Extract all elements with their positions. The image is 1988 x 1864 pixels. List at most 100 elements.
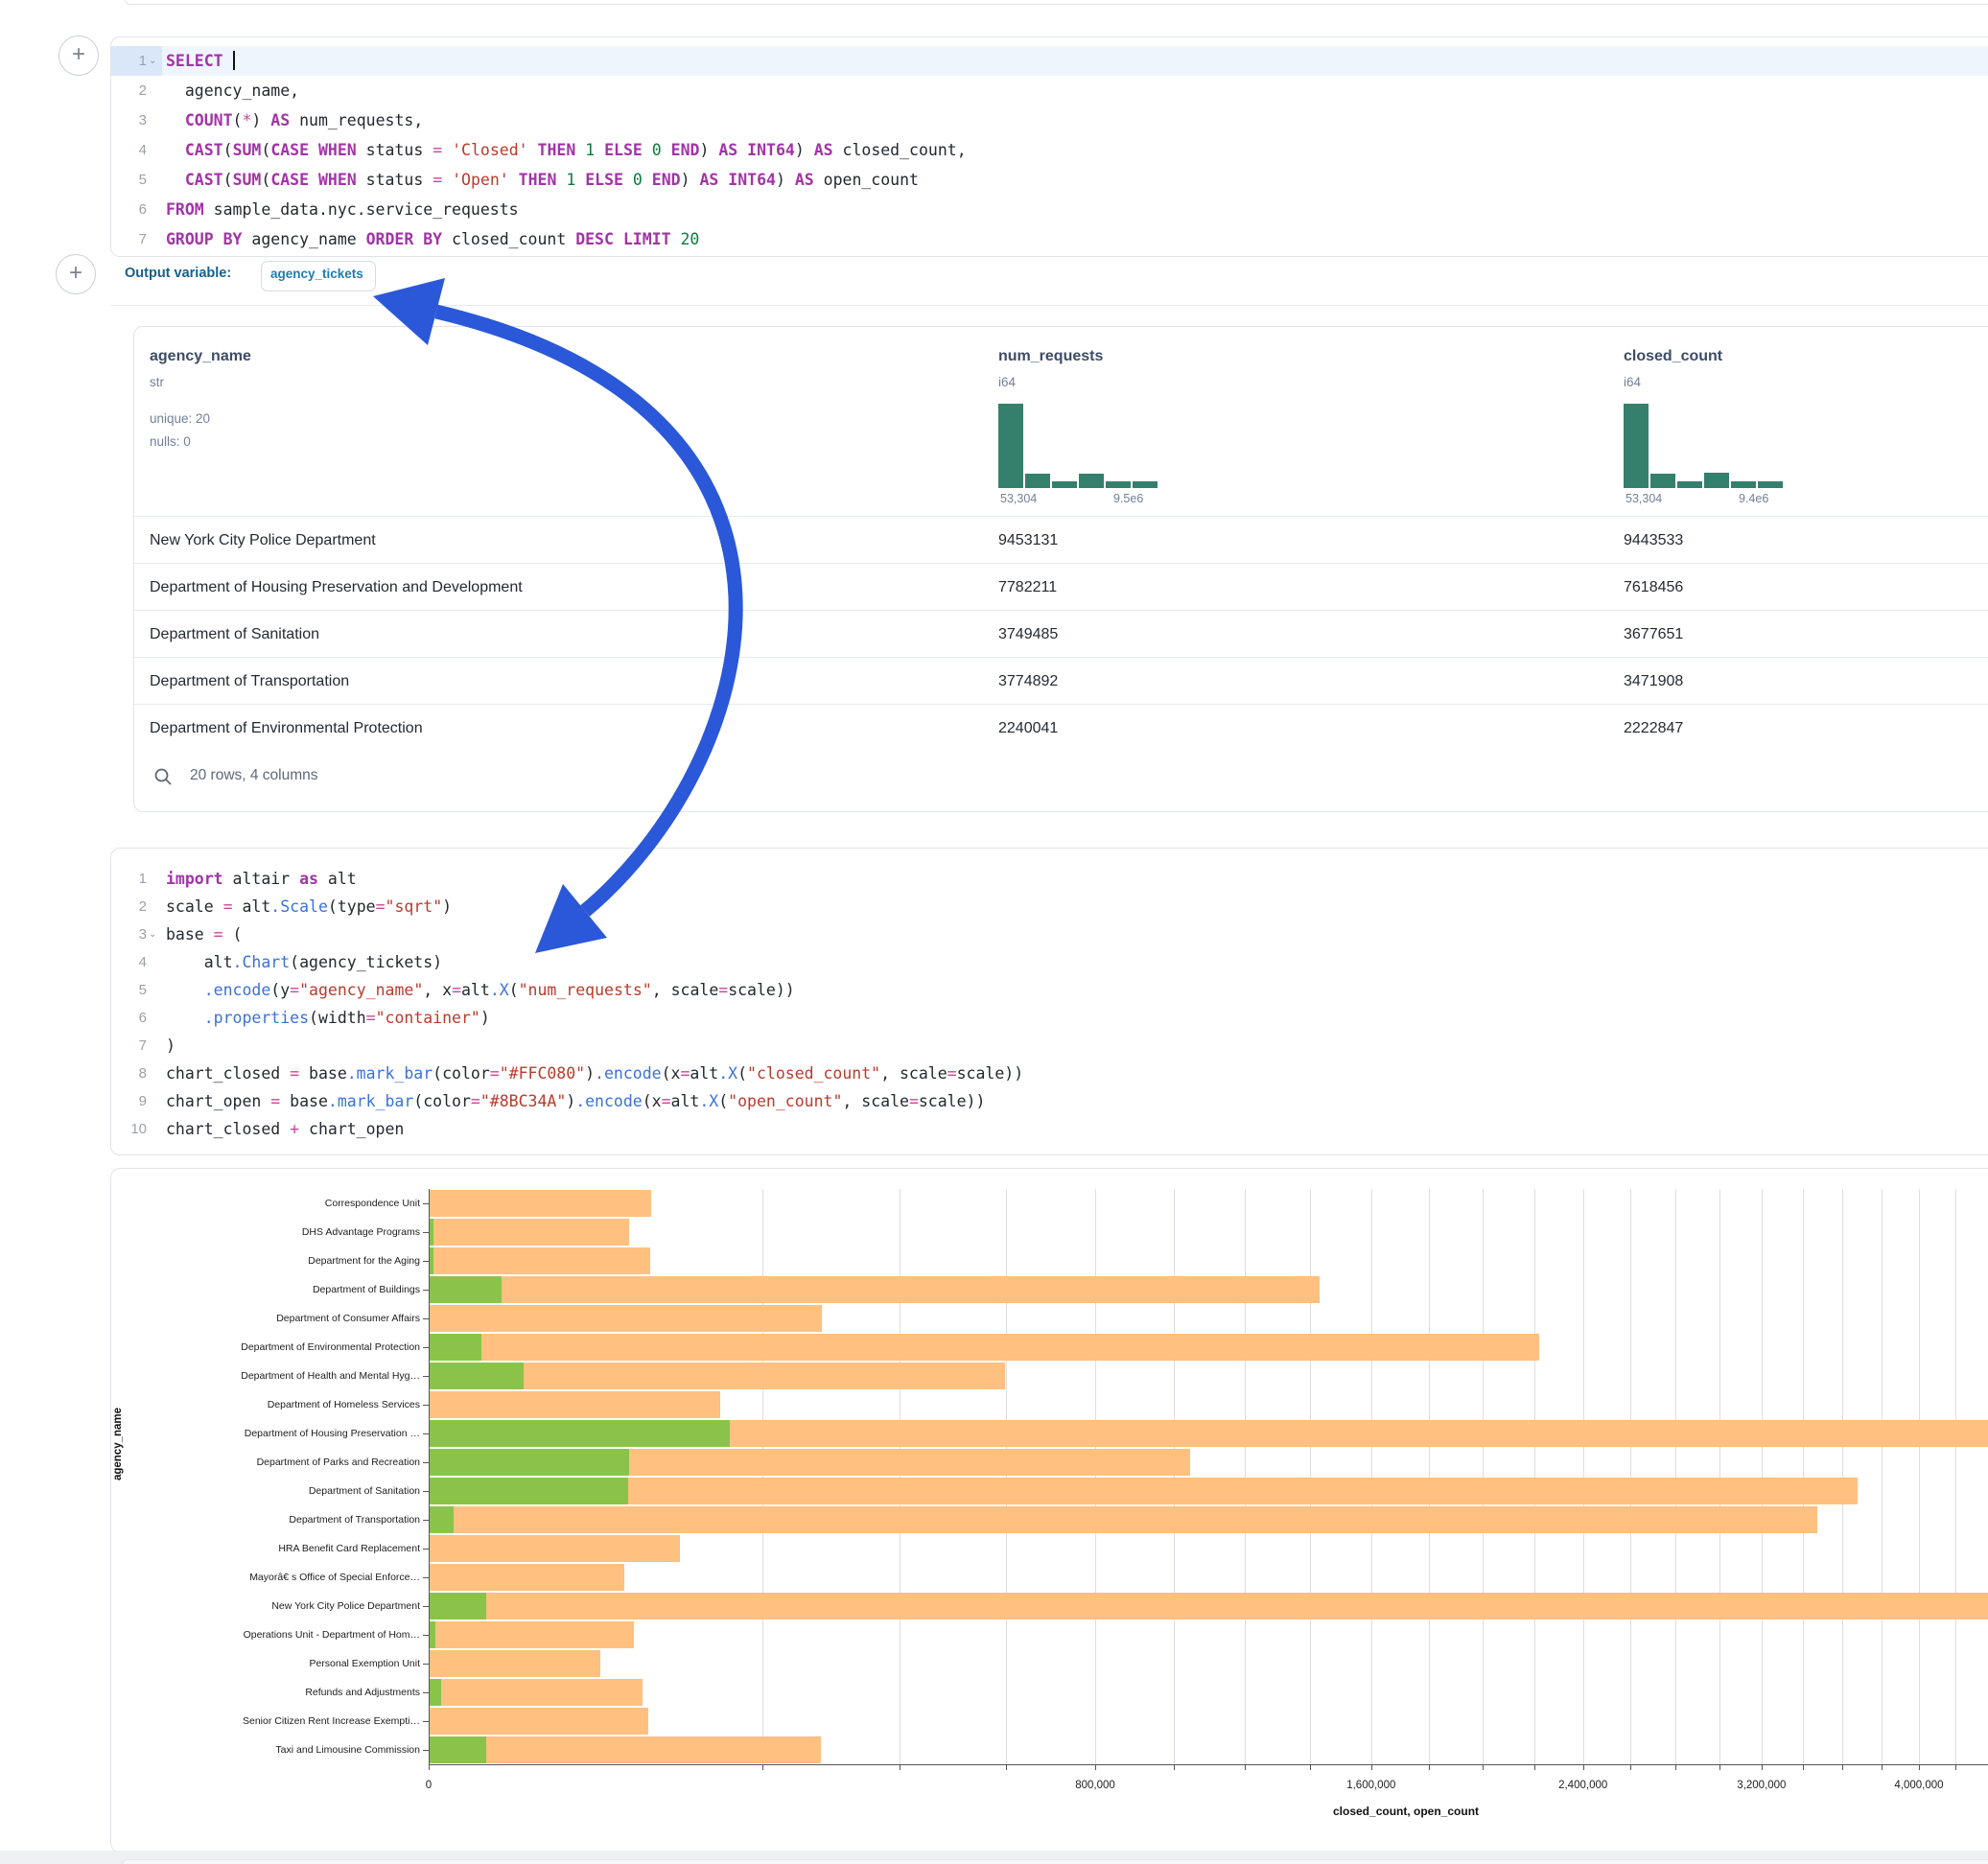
table-cell: 3471908 — [1624, 658, 1911, 705]
histogram-bar — [1624, 404, 1649, 488]
line-number: 4 — [114, 948, 147, 976]
result-table[interactable]: agency_namestrunique: 20nulls: 0num_requ… — [133, 326, 1988, 812]
code-text: scale = alt.Scale(type="sqrt") — [166, 893, 452, 920]
code-line[interactable]: 5 .encode(y="agency_name", x=alt.X("num_… — [111, 976, 1988, 1004]
line-number: 1 — [114, 46, 147, 76]
line-number: 5 — [114, 165, 147, 195]
column-type: i64 — [998, 375, 1016, 389]
histogram-bar — [1133, 481, 1158, 488]
code-text: SELECT — [166, 46, 235, 76]
sql-cell[interactable]: 1⌄SELECT 2 agency_name,3 COUNT(*) AS num… — [110, 36, 1988, 257]
column-header-closed_count: closed_count i64 53,304 9.4e6 — [1624, 327, 1930, 516]
output-variable-value: agency_tickets — [270, 267, 363, 281]
code-line[interactable]: 8chart_closed = base.mark_bar(color="#FF… — [111, 1060, 1988, 1087]
chart-cell — [110, 1168, 1988, 1852]
line-number: 6 — [114, 195, 147, 224]
line-number: 3 — [114, 105, 147, 135]
previous-cell-edge — [122, 0, 1988, 5]
table-body: New York City Police Department 9453131 94… — [134, 516, 1988, 751]
line-number: 2 — [114, 893, 147, 920]
line-number: 7 — [114, 224, 147, 254]
column-stat: nulls: 0 — [150, 434, 191, 449]
code-text: CAST(SUM(CASE WHEN status = 'Open' THEN … — [166, 165, 919, 195]
add-cell-button[interactable]: + — [56, 254, 96, 294]
code-text: ) — [166, 1032, 175, 1060]
code-line[interactable]: 4 alt.Chart(agency_tickets) — [111, 948, 1988, 976]
add-cell-button[interactable]: + — [58, 35, 99, 76]
code-text: .encode(y="agency_name", x=alt.X("num_re… — [166, 976, 795, 1004]
active-line-highlight — [111, 46, 1988, 76]
code-line[interactable]: 5 CAST(SUM(CASE WHEN status = 'Open' THE… — [111, 165, 1988, 195]
code-text: alt.Chart(agency_tickets) — [166, 948, 442, 976]
histogram-bar — [1758, 481, 1783, 488]
histogram-bar — [1079, 474, 1104, 488]
column-histogram — [1624, 404, 1783, 488]
table-header: agency_namestrunique: 20nulls: 0num_requ… — [134, 327, 1988, 516]
code-line[interactable]: 4 CAST(SUM(CASE WHEN status = 'Closed' T… — [111, 135, 1988, 165]
code-text: chart_closed + chart_open — [166, 1115, 404, 1143]
table-cell: 9443533 — [1624, 517, 1911, 564]
table-cell: Department of Transportation — [150, 658, 917, 705]
code-line[interactable]: 2 agency_name, — [111, 76, 1988, 105]
code-line[interactable]: 9chart_open = base.mark_bar(color="#8BC3… — [111, 1087, 1988, 1115]
line-number: 6 — [114, 1004, 147, 1032]
line-number: 9 — [114, 1087, 147, 1115]
histogram-max-label: 9.4e6 — [1739, 492, 1768, 505]
notebook-canvas: + + 1⌄SELECT 2 agency_name,3 COUNT(*) AS… — [0, 0, 1988, 1864]
column-type: i64 — [1624, 375, 1641, 389]
histogram-bar — [1704, 473, 1729, 488]
code-line[interactable]: 3⌄base = ( — [111, 920, 1988, 948]
code-line[interactable]: 10 chart_closed + chart_open — [111, 1115, 1988, 1143]
table-cell: 7782211 — [998, 564, 1286, 611]
table-row: New York City Police Department 9453131 94… — [134, 516, 1988, 564]
histogram-bar — [1025, 474, 1050, 488]
code-line[interactable]: 7 GROUP BY agency_name ORDER BY closed_co… — [111, 224, 1988, 254]
line-number: 2 — [114, 76, 147, 105]
output-variable-label: Output variable: — [125, 266, 231, 281]
histogram-bar — [1650, 474, 1675, 488]
histogram-max-label: 9.5e6 — [1113, 492, 1143, 505]
histogram-bar — [1677, 481, 1702, 488]
table-cell: 9453131 — [998, 517, 1286, 564]
code-text: base = ( — [166, 920, 242, 948]
column-stat: unique: 20 — [150, 411, 210, 426]
code-text: agency_name, — [166, 76, 299, 105]
table-cell: 3774892 — [998, 658, 1286, 705]
histogram-min-label: 53,304 — [1625, 492, 1662, 505]
fold-chevron-icon[interactable]: ⌄ — [149, 46, 162, 76]
code-text: .properties(width="container") — [166, 1004, 490, 1032]
table-cell: Department of Housing Preservation and D… — [150, 564, 917, 611]
table-cell: New York City Police Department — [150, 517, 917, 564]
column-header-agency_name: agency_namestrunique: 20nulls: 0 — [150, 327, 456, 516]
line-number: 7 — [114, 1032, 147, 1060]
line-number: 1 — [114, 865, 147, 893]
code-line[interactable]: 1⌄SELECT — [111, 46, 1988, 76]
table-cell: 2240041 — [998, 705, 1286, 752]
line-number: 5 — [114, 976, 147, 1004]
line-number: 4 — [114, 135, 147, 165]
output-variable-pill[interactable]: agency_tickets — [261, 261, 376, 291]
column-name: closed_count — [1624, 348, 1722, 365]
code-line[interactable]: 3 COUNT(*) AS num_requests, — [111, 105, 1988, 135]
search-icon[interactable] — [153, 767, 173, 786]
table-row: Department of Environmental Protection22… — [134, 704, 1988, 752]
code-line[interactable]: 1 import altair as alt — [111, 865, 1988, 893]
next-cell-edge — [122, 1859, 1988, 1864]
code-line[interactable]: 6 .properties(width="container") — [111, 1004, 1988, 1032]
fold-chevron-icon[interactable]: ⌄ — [149, 920, 162, 948]
code-line[interactable]: 7) — [111, 1032, 1988, 1060]
python-cell[interactable]: 1 import altair as alt 2 scale = alt.Scale(… — [110, 848, 1988, 1155]
code-line[interactable]: 6FROM sample_data.nyc.service_requests — [111, 195, 1988, 224]
code-text: import altair as alt — [166, 865, 357, 893]
table-dimensions: 20 rows, 4 columns — [190, 767, 318, 784]
line-number: 10 — [114, 1115, 147, 1143]
column-type: str — [150, 375, 164, 389]
histogram-min-label: 53,304 — [1000, 492, 1037, 505]
histogram-bar — [1052, 481, 1077, 488]
text-cursor — [233, 51, 235, 70]
code-text: GROUP BY agency_name ORDER BY closed_cou… — [166, 224, 699, 254]
code-line[interactable]: 2 scale = alt.Scale(type="sqrt") — [111, 893, 1988, 920]
line-number: 3 — [114, 920, 147, 948]
table-row: Department of Housing Preservation and D… — [134, 563, 1988, 611]
histogram-bar — [1106, 481, 1131, 488]
